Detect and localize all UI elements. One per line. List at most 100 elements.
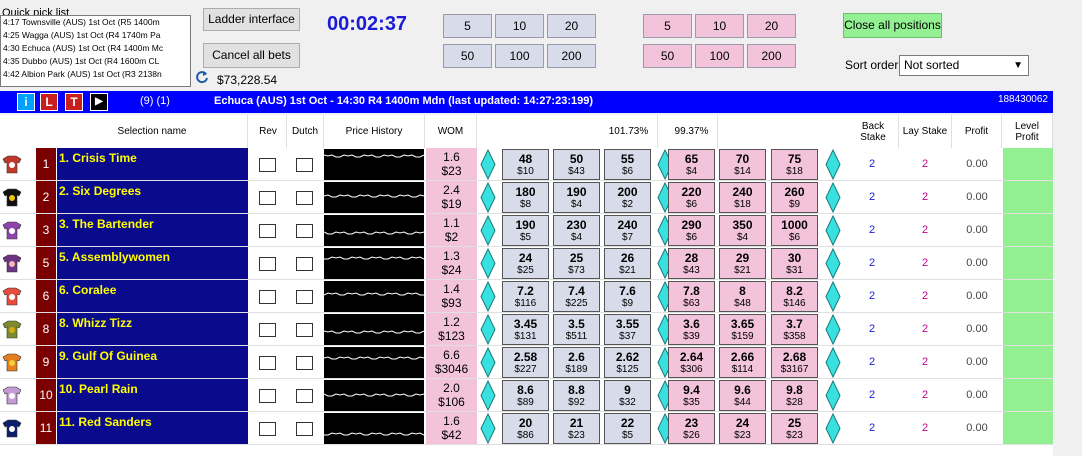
lay-stake-value[interactable]: 2 [910,191,940,203]
close-all-positions-button[interactable]: Close all positions [843,13,942,38]
level-profit-cell[interactable] [1003,181,1053,214]
runner-name[interactable]: 8. Whizz Tizz [57,313,248,346]
back-stake-value[interactable]: 2 [857,158,887,170]
lay-stake-button[interactable]: 10 [695,14,744,38]
lay-price-cell[interactable]: 75 $18 [771,149,818,180]
price-history-chart[interactable] [324,281,424,312]
lay-stake-button[interactable]: 20 [747,14,796,38]
back-stake-value[interactable]: 2 [857,389,887,401]
lay-arrow-icon[interactable] [825,314,841,345]
lay-price-cell[interactable]: 3.65 $159 [719,314,766,345]
back-price-cell[interactable]: 26 $21 [604,248,651,279]
dutch-checkbox[interactable] [296,323,313,337]
back-arrow-icon[interactable] [480,182,496,213]
lay-price-cell[interactable]: 9.8 $28 [771,380,818,411]
back-price-cell[interactable]: 9 $32 [604,380,651,411]
price-history-chart[interactable] [324,314,424,345]
play-icon[interactable]: ▶ [90,93,108,111]
back-price-cell[interactable]: 3.45 $131 [502,314,549,345]
level-profit-cell[interactable] [1003,412,1053,445]
lay-price-cell[interactable]: 350 $4 [719,215,766,246]
lay-stake-value[interactable]: 2 [910,356,940,368]
back-stake-button[interactable]: 5 [443,14,492,38]
back-price-cell[interactable]: 230 $4 [553,215,600,246]
dutch-checkbox[interactable] [296,224,313,238]
back-stake-button[interactable]: 200 [547,44,596,68]
sort-order-select[interactable]: Not sorted ▼ [899,55,1029,76]
back-price-cell[interactable]: 21 $23 [553,413,600,444]
back-price-cell[interactable]: 20 $86 [502,413,549,444]
runner-name[interactable]: 9. Gulf Of Guinea [57,346,248,379]
dutch-checkbox[interactable] [296,290,313,304]
lay-stake-value[interactable]: 2 [910,323,940,335]
tools-t-button[interactable]: T [65,93,83,111]
price-history-chart[interactable] [324,380,424,411]
price-history-chart[interactable] [324,149,424,180]
lay-price-cell[interactable]: 220 $6 [668,182,715,213]
cancel-all-bets-button[interactable]: Cancel all bets [203,43,300,68]
lay-price-cell[interactable]: 65 $4 [668,149,715,180]
lay-stake-button[interactable]: 5 [643,14,692,38]
dutch-checkbox[interactable] [296,356,313,370]
price-history-chart[interactable] [324,413,424,444]
price-history-chart[interactable] [324,182,424,213]
back-stake-value[interactable]: 2 [857,257,887,269]
ladder-interface-button[interactable]: Ladder interface [203,8,300,31]
back-stake-value[interactable]: 2 [857,323,887,335]
back-stake-button[interactable]: 10 [495,14,544,38]
refresh-icon[interactable] [195,70,209,84]
back-price-cell[interactable]: 2.6 $189 [553,347,600,378]
back-stake-value[interactable]: 2 [857,290,887,302]
quick-pick-item[interactable]: 4:42 Albion Park (AUS) 1st Oct (R3 2138n [1,68,190,81]
lay-arrow-icon[interactable] [825,413,841,444]
back-stake-value[interactable]: 2 [857,224,887,236]
lay-price-cell[interactable]: 8.2 $146 [771,281,818,312]
level-profit-cell[interactable] [1003,214,1053,247]
back-price-cell[interactable]: 24 $25 [502,248,549,279]
level-profit-cell[interactable] [1003,247,1053,280]
lay-stake-button[interactable]: 200 [747,44,796,68]
back-arrow-icon[interactable] [480,347,496,378]
rev-checkbox[interactable] [259,257,276,271]
rev-checkbox[interactable] [259,323,276,337]
back-arrow-icon[interactable] [480,215,496,246]
lay-price-cell[interactable]: 29 $21 [719,248,766,279]
back-price-cell[interactable]: 8.6 $89 [502,380,549,411]
lay-price-cell[interactable]: 2.64 $306 [668,347,715,378]
back-price-cell[interactable]: 240 $7 [604,215,651,246]
lay-stake-button[interactable]: 50 [643,44,692,68]
level-profit-cell[interactable] [1003,313,1053,346]
back-arrow-icon[interactable] [480,380,496,411]
quick-pick-item[interactable]: 4:35 Dubbo (AUS) 1st Oct (R4 1600m CL [1,55,190,68]
back-price-cell[interactable]: 200 $2 [604,182,651,213]
rev-checkbox[interactable] [259,290,276,304]
quick-pick-item[interactable]: 4:30 Echuca (AUS) 1st Oct (R4 1400m Mc [1,42,190,55]
lay-arrow-icon[interactable] [825,347,841,378]
lay-stake-value[interactable]: 2 [910,422,940,434]
ladder-l-button[interactable]: L [40,93,58,111]
back-price-cell[interactable]: 55 $6 [604,149,651,180]
lay-price-cell[interactable]: 23 $26 [668,413,715,444]
lay-price-cell[interactable]: 9.4 $35 [668,380,715,411]
lay-price-cell[interactable]: 9.6 $44 [719,380,766,411]
lay-price-cell[interactable]: 1000 $6 [771,215,818,246]
back-arrow-icon[interactable] [480,314,496,345]
lay-price-cell[interactable]: 3.6 $39 [668,314,715,345]
back-arrow-icon[interactable] [480,281,496,312]
lay-price-cell[interactable]: 7.8 $63 [668,281,715,312]
back-arrow-icon[interactable] [480,413,496,444]
lay-price-cell[interactable]: 8 $48 [719,281,766,312]
level-profit-cell[interactable] [1003,148,1053,181]
back-price-cell[interactable]: 50 $43 [553,149,600,180]
back-stake-value[interactable]: 2 [857,422,887,434]
level-profit-cell[interactable] [1003,346,1053,379]
lay-stake-value[interactable]: 2 [910,290,940,302]
lay-stake-value[interactable]: 2 [910,257,940,269]
back-arrow-icon[interactable] [480,248,496,279]
lay-price-cell[interactable]: 2.66 $114 [719,347,766,378]
runner-name[interactable]: 6. Coralee [57,280,248,313]
price-history-chart[interactable] [324,347,424,378]
back-stake-value[interactable]: 2 [857,191,887,203]
back-price-cell[interactable]: 180 $8 [502,182,549,213]
back-price-cell[interactable]: 7.2 $116 [502,281,549,312]
